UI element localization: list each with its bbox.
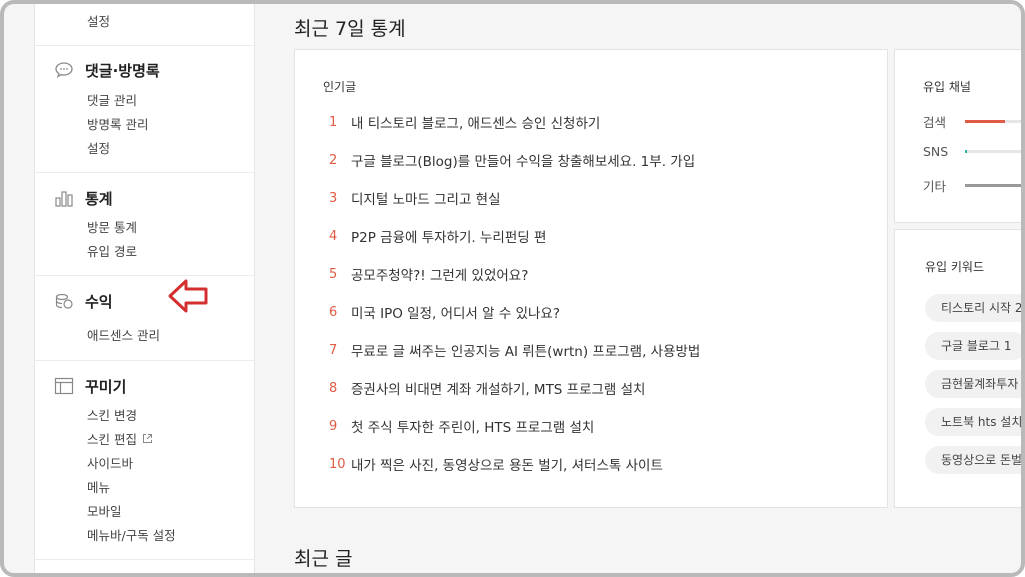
post-rank: 4 bbox=[329, 228, 338, 244]
sidebar-item-skin-change[interactable]: 스킨 변경 bbox=[87, 405, 137, 424]
sidebar: 설정 댓글·방명록 댓글 관리 방명록 관리 설정 통계 방문 통계 유입 경로… bbox=[34, 4, 255, 573]
post-rank: 6 bbox=[329, 304, 338, 320]
group-header-customize[interactable]: 꾸미기 bbox=[53, 375, 126, 397]
group-title-stats: 통계 bbox=[85, 189, 113, 208]
post-rank: 1 bbox=[329, 114, 338, 130]
layout-icon bbox=[53, 375, 75, 397]
group-header-stats[interactable]: 통계 bbox=[53, 187, 113, 209]
menu-group-top: 설정 bbox=[35, 4, 254, 46]
sidebar-item-mobile[interactable]: 모바일 bbox=[87, 501, 122, 520]
post-title: 구글 블로그(Blog)를 만들어 수익을 창출해보세요. 1부. 가입 bbox=[351, 154, 696, 170]
post-title: 내가 찍은 사진, 동영상으로 용돈 벌기, 셔터스톡 사이트 bbox=[351, 458, 663, 474]
keyword-chip[interactable]: 동영상으로 돈벌 bbox=[925, 446, 1021, 474]
channels-card: 유입 채널 검색 SNS 기타 bbox=[894, 49, 1021, 223]
sidebar-item-menu[interactable]: 메뉴 bbox=[87, 477, 110, 496]
post-rank: 9 bbox=[329, 418, 338, 434]
group-header-comments[interactable]: 댓글·방명록 bbox=[53, 59, 160, 81]
coins-icon bbox=[53, 290, 75, 312]
post-title: 증권사의 비대면 계좌 개설하기, MTS 프로그램 설치 bbox=[351, 382, 646, 398]
group-header-revenue[interactable]: 수익 bbox=[53, 290, 113, 312]
channel-row: 검색 bbox=[923, 112, 1021, 131]
keyword-chip[interactable]: 금현물계좌투자 bbox=[925, 370, 1021, 398]
popular-post-item[interactable]: 3 디지털 노마드 그리고 현실 bbox=[329, 188, 501, 209]
popular-post-item[interactable]: 9 첫 주식 투자한 주린이, HTS 프로그램 설치 bbox=[329, 416, 595, 437]
group-title-customize: 꾸미기 bbox=[85, 377, 127, 396]
stats-section-title: 최근 7일 통계 bbox=[294, 18, 406, 40]
post-title: 공모주청약?! 그런게 있었어요? bbox=[351, 268, 529, 284]
channel-name: 기타 bbox=[923, 179, 947, 194]
post-rank: 7 bbox=[329, 342, 338, 358]
keyword-chip[interactable]: 노트북 hts 설치 bbox=[925, 408, 1021, 436]
group-title-revenue: 수익 bbox=[85, 292, 113, 311]
sidebar-item-comment-manage[interactable]: 댓글 관리 bbox=[87, 90, 137, 109]
sidebar-item-adsense[interactable]: 애드센스 관리 bbox=[87, 325, 160, 344]
sidebar-item-sidebar[interactable]: 사이드바 bbox=[87, 453, 133, 472]
bar-chart-icon bbox=[53, 187, 75, 209]
menu-group-next bbox=[35, 559, 254, 573]
channel-row: 기타 bbox=[923, 176, 1021, 195]
sidebar-item-settings-top[interactable]: 설정 bbox=[87, 11, 110, 30]
channel-bar-fill bbox=[965, 150, 967, 153]
post-rank: 10 bbox=[329, 456, 346, 472]
channel-name: 검색 bbox=[923, 115, 947, 130]
post-rank: 5 bbox=[329, 266, 338, 282]
recent-posts-title: 최근 글 bbox=[294, 548, 353, 570]
sidebar-item-referrer[interactable]: 유입 경로 bbox=[87, 241, 137, 260]
channel-bar-fill bbox=[965, 120, 1005, 123]
post-rank: 2 bbox=[329, 152, 338, 168]
post-title: 미국 IPO 일정, 어디서 알 수 있나요? bbox=[351, 306, 560, 322]
keyword-chip[interactable]: 티스토리 시작 2 bbox=[925, 294, 1021, 322]
channel-bar-track bbox=[965, 120, 1021, 123]
sidebar-item-skin-edit-label: 스킨 편집 bbox=[87, 432, 137, 447]
partial-icon bbox=[53, 567, 75, 573]
sidebar-item-menubar-subscribe[interactable]: 메뉴바/구독 설정 bbox=[87, 525, 176, 544]
channel-row: SNS bbox=[923, 144, 1021, 159]
channel-bar-track bbox=[965, 184, 1021, 187]
post-title: P2P 금융에 투자하기. 누리펀딩 편 bbox=[351, 230, 547, 246]
sidebar-item-comment-settings[interactable]: 설정 bbox=[87, 138, 110, 157]
popular-post-item[interactable]: 1 내 티스토리 블로그, 애드센스 승인 신청하기 bbox=[329, 112, 601, 133]
popular-post-item[interactable]: 10 내가 찍은 사진, 동영상으로 용돈 벌기, 셔터스톡 사이트 bbox=[329, 454, 663, 475]
sidebar-item-visit-stats[interactable]: 방문 통계 bbox=[87, 217, 137, 236]
menu-group-comments: 댓글·방명록 댓글 관리 방명록 관리 설정 bbox=[35, 45, 254, 173]
speech-bubble-icon bbox=[53, 59, 75, 81]
channel-name: SNS bbox=[923, 144, 949, 159]
post-title: 내 티스토리 블로그, 애드센스 승인 신청하기 bbox=[351, 116, 601, 132]
menu-group-customize: 꾸미기 스킨 변경 스킨 편집 사이드바 메뉴 모바일 메뉴바/구독 설정 bbox=[35, 360, 254, 560]
external-link-icon bbox=[142, 433, 153, 444]
annotation-arrow-icon bbox=[167, 276, 209, 320]
popular-posts-card: 인기글 1 내 티스토리 블로그, 애드센스 승인 신청하기 2 구글 블로그(Blo… bbox=[294, 49, 888, 508]
post-title: 디지털 노마드 그리고 현실 bbox=[351, 192, 501, 208]
popular-post-item[interactable]: 7 무료로 글 써주는 인공지능 AI 뤼튼(wrtn) 프로그램, 사용방법 bbox=[329, 340, 701, 361]
post-title: 첫 주식 투자한 주린이, HTS 프로그램 설치 bbox=[351, 420, 595, 436]
popular-post-item[interactable]: 2 구글 블로그(Blog)를 만들어 수익을 창출해보세요. 1부. 가입 bbox=[329, 150, 696, 171]
keywords-card: 유입 키워드 티스토리 시작 2 구글 블로그 1 금현물계좌투자노트북 hts 설… bbox=[894, 229, 1021, 508]
sidebar-item-skin-edit[interactable]: 스킨 편집 bbox=[87, 429, 153, 448]
popular-post-item[interactable]: 5 공모주청약?! 그런게 있었어요? bbox=[329, 264, 529, 285]
popular-post-item[interactable]: 6 미국 IPO 일정, 어디서 알 수 있나요? bbox=[329, 302, 560, 323]
post-rank: 8 bbox=[329, 380, 338, 396]
menu-group-stats: 통계 방문 통계 유입 경로 bbox=[35, 172, 254, 276]
menu-group-revenue: 수익 애드센스 관리 bbox=[35, 275, 254, 361]
app-window: 설정 댓글·방명록 댓글 관리 방명록 관리 설정 통계 방문 통계 유입 경로… bbox=[0, 0, 1025, 577]
popular-posts-label: 인기글 bbox=[323, 80, 357, 94]
sidebar-item-guestbook-manage[interactable]: 방명록 관리 bbox=[87, 114, 148, 133]
channels-label: 유입 채널 bbox=[923, 80, 971, 94]
keywords-label: 유입 키워드 bbox=[925, 260, 985, 274]
popular-post-item[interactable]: 4 P2P 금융에 투자하기. 누리펀딩 편 bbox=[329, 226, 547, 247]
post-rank: 3 bbox=[329, 190, 338, 206]
group-title-comments: 댓글·방명록 bbox=[85, 61, 160, 80]
channel-bar-fill bbox=[965, 184, 1021, 187]
keyword-chip[interactable]: 구글 블로그 1 bbox=[925, 332, 1021, 360]
post-title: 무료로 글 써주는 인공지능 AI 뤼튼(wrtn) 프로그램, 사용방법 bbox=[351, 344, 701, 360]
channel-bar-track bbox=[965, 150, 1021, 153]
popular-post-item[interactable]: 8 증권사의 비대면 계좌 개설하기, MTS 프로그램 설치 bbox=[329, 378, 646, 399]
